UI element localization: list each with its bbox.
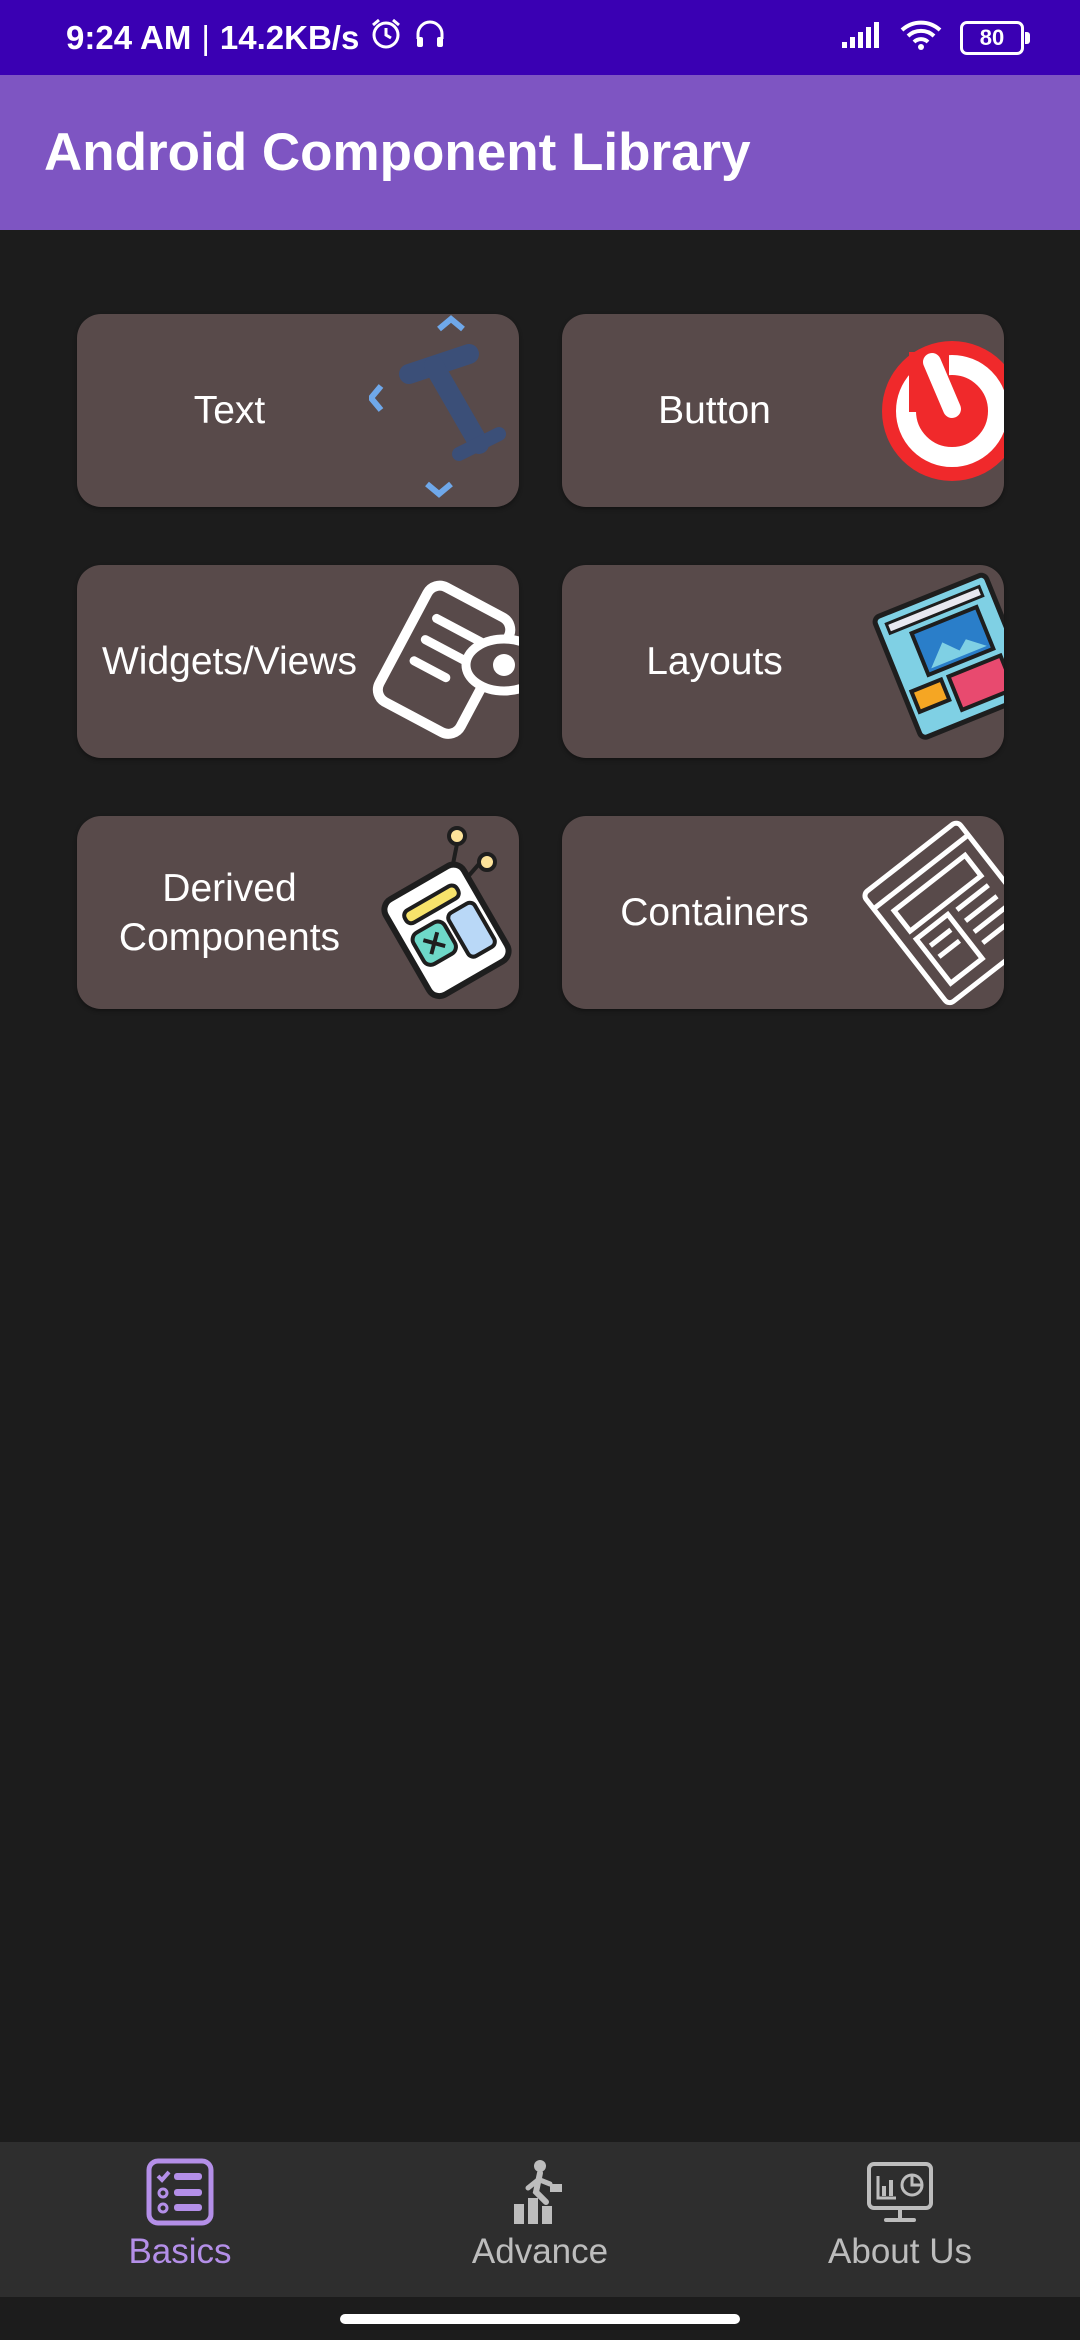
text-format-icon bbox=[369, 314, 519, 507]
network-speed: 14.2KB/s bbox=[219, 18, 360, 56]
card-layouts[interactable]: Layouts bbox=[562, 565, 1004, 758]
card-derived-components[interactable]: Derived Components bbox=[77, 816, 519, 1009]
checklist-icon bbox=[146, 2158, 214, 2226]
nav-item-advance[interactable]: Advance bbox=[360, 2142, 720, 2297]
document-view-icon bbox=[369, 565, 519, 758]
status-separator: | bbox=[201, 18, 210, 56]
alarm-icon bbox=[369, 17, 403, 59]
card-label: Layouts bbox=[646, 640, 783, 683]
status-left: 9:24 AM | 14.2KB/s bbox=[66, 0, 447, 75]
app-title: Android Component Library bbox=[44, 123, 751, 182]
signal-icon bbox=[840, 20, 882, 55]
monitor-chart-icon bbox=[866, 2158, 934, 2226]
nav-label-about-us: About Us bbox=[828, 2232, 972, 2271]
nav-item-about-us[interactable]: About Us bbox=[720, 2142, 1080, 2297]
power-button-icon bbox=[854, 314, 1004, 507]
status-bar: 9:24 AM | 14.2KB/s 80 bbox=[0, 0, 1080, 75]
nav-item-basics[interactable]: Basics bbox=[0, 2142, 360, 2297]
battery-level: 80 bbox=[979, 24, 1005, 50]
card-widgets-views[interactable]: Widgets/Views bbox=[77, 565, 519, 758]
layout-icon bbox=[854, 565, 1004, 758]
status-right: 80 bbox=[840, 0, 1030, 75]
headset-icon bbox=[413, 17, 447, 59]
card-label: Containers bbox=[620, 891, 809, 934]
card-label: Text bbox=[193, 389, 266, 432]
card-label: Button bbox=[658, 389, 771, 432]
status-time: 9:24 AM bbox=[66, 18, 192, 56]
home-indicator[interactable] bbox=[340, 2314, 740, 2324]
wifi-icon bbox=[900, 19, 942, 56]
card-label: Derived Components bbox=[118, 866, 341, 959]
progress-person-icon bbox=[506, 2158, 574, 2226]
nav-label-advance: Advance bbox=[471, 2232, 609, 2271]
nav-label-basics: Basics bbox=[128, 2232, 232, 2271]
card-text[interactable]: Text bbox=[77, 314, 519, 507]
card-containers[interactable]: Containers bbox=[562, 816, 1004, 1009]
battery-icon: 80 bbox=[960, 20, 1030, 55]
containers-icon bbox=[854, 816, 1004, 1009]
app-bar: Android Component Library bbox=[0, 75, 1080, 230]
components-icon bbox=[369, 816, 519, 1009]
card-button[interactable]: Button bbox=[562, 314, 1004, 507]
bottom-nav: Basics Advance About Us bbox=[0, 2142, 1080, 2297]
card-label: Widgets/Views bbox=[101, 640, 358, 683]
